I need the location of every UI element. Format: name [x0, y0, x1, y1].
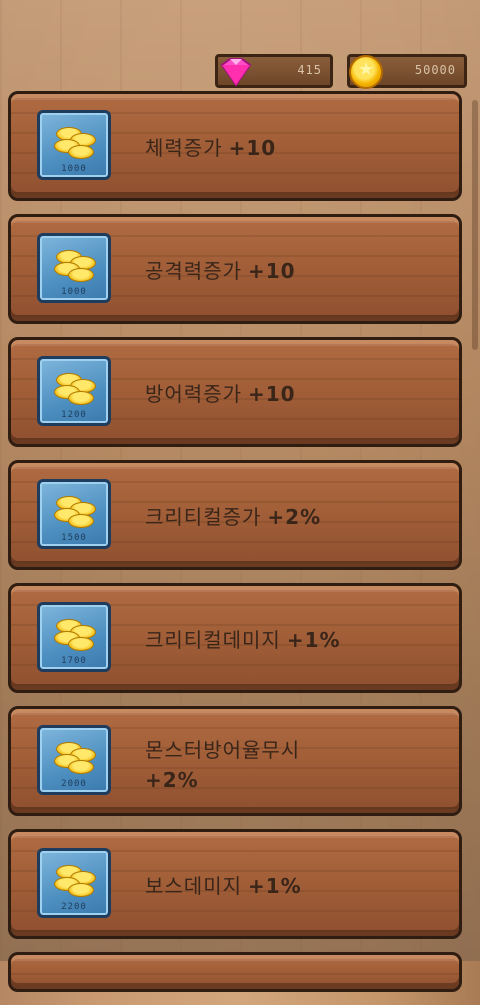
gold-amount: 50000 — [414, 63, 456, 77]
upgrade-list: 1000 체력증가 +10 1000 공격력증가 +10 1200 방어력증가 … — [8, 91, 462, 1005]
upgrade-name: 보스데미지 — [145, 874, 242, 898]
price-label: 1000 — [61, 287, 87, 297]
upgrade-label: 크리티컬증가 +2% — [145, 501, 321, 530]
upgrade-item-attack[interactable]: 1000 공격력증가 +10 — [8, 214, 462, 324]
upgrade-name: 크리티컬증가 — [145, 505, 262, 529]
gold-coins-icon[interactable]: 2000 — [37, 725, 111, 795]
gold-coins-icon[interactable]: 1000 — [37, 233, 111, 303]
upgrade-name: 체력증가 — [145, 136, 223, 160]
price-label: 2200 — [61, 902, 87, 912]
upgrade-item-armor-pierce[interactable]: 2000 몬스터방어율무시 +2% — [8, 706, 462, 816]
upgrade-item-defense[interactable]: 1200 방어력증가 +10 — [8, 337, 462, 447]
upgrade-item-crit-rate[interactable]: 1500 크리티컬증가 +2% — [8, 460, 462, 570]
upgrade-label: 체력증가 +10 — [145, 132, 276, 161]
gold-coins-icon[interactable]: 1000 — [37, 110, 111, 180]
gem-counter: 415 — [215, 54, 333, 88]
upgrade-bonus: +10 — [228, 136, 277, 160]
price-label: 1700 — [61, 656, 87, 666]
price-label: 1500 — [61, 533, 87, 543]
gold-coins-icon[interactable]: 1700 — [37, 602, 111, 672]
upgrade-label: 공격력증가 +10 — [145, 255, 296, 284]
upgrade-name: 방어력증가 — [145, 382, 242, 406]
upgrade-label: 크리티컬데미지 +1% — [145, 624, 341, 653]
coin-stack-icon — [52, 615, 102, 655]
coin-stack-icon — [52, 738, 102, 778]
gold-coins-icon[interactable]: 1500 — [37, 479, 111, 549]
gem-icon — [220, 58, 252, 87]
upgrade-bonus: +10 — [248, 259, 296, 283]
gold-coins-icon[interactable]: 2200 — [37, 848, 111, 918]
coin-stack-icon — [52, 246, 102, 286]
upgrade-name: 크리티컬데미지 — [145, 628, 281, 652]
upgrade-item-partial[interactable] — [8, 952, 462, 992]
price-label: 2000 — [61, 779, 87, 789]
upgrade-item-boss-damage[interactable]: 2200 보스데미지 +1% — [8, 829, 462, 939]
upgrade-bonus: +2% — [267, 505, 322, 529]
gem-amount: 415 — [297, 63, 322, 77]
upgrade-item-crit-damage[interactable]: 1700 크리티컬데미지 +1% — [8, 583, 462, 693]
gold-counter: 50000 — [347, 54, 467, 89]
gold-coins-icon[interactable]: 1200 — [37, 356, 111, 426]
coin-stack-icon — [52, 369, 102, 409]
price-label: 1000 — [61, 164, 87, 174]
upgrade-bonus: +1% — [286, 628, 341, 652]
coin-stack-icon — [52, 492, 102, 532]
upgrade-name: 공격력증가 — [145, 259, 242, 283]
coin-stack-icon — [52, 123, 102, 163]
upgrade-item-hp[interactable]: 1000 체력증가 +10 — [8, 91, 462, 201]
upgrade-label: 방어력증가 +10 — [145, 378, 296, 407]
upgrade-label: 몬스터방어율무시 +2% — [145, 735, 300, 795]
upgrade-bonus: +1% — [248, 874, 302, 898]
currency-bar: 415 50000 — [0, 54, 480, 92]
gold-coin-icon — [349, 55, 383, 89]
upgrade-label: 보스데미지 +1% — [145, 870, 302, 899]
coin-stack-icon — [52, 861, 102, 901]
scrollbar[interactable] — [472, 100, 478, 350]
upgrade-bonus: +10 — [248, 382, 296, 406]
price-label: 1200 — [61, 410, 87, 420]
upgrade-bonus: +2% — [145, 768, 199, 792]
upgrade-name: 몬스터방어율무시 — [145, 738, 301, 762]
